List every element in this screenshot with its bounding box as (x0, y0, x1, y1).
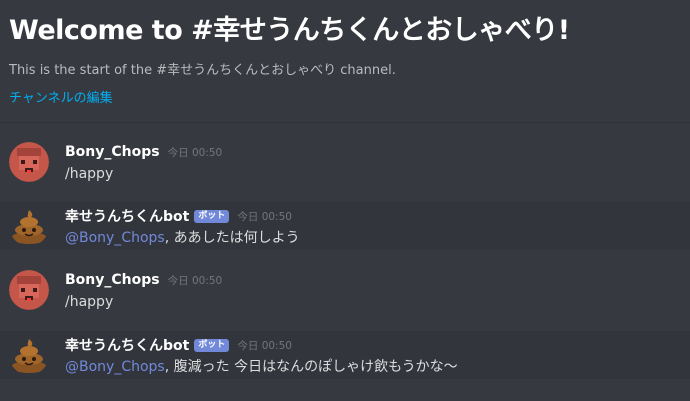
bot-badge: ボット (194, 338, 230, 352)
message-timestamp: 今日 00:50 (237, 339, 292, 352)
pixel-face-icon (9, 142, 49, 182)
message-text: , ああしたは何しよう (164, 230, 300, 246)
user-avatar[interactable] (9, 142, 49, 182)
divider (0, 122, 690, 123)
pixel-face-icon (9, 270, 49, 310)
welcome-title: Welcome to #幸せうんちくんとおしゃべり! (9, 15, 570, 46)
message-timestamp: 今日 00:50 (167, 274, 223, 287)
message-username[interactable]: Bony_Chops (65, 272, 160, 288)
message-username[interactable]: 幸せうんちくんbot (65, 206, 189, 226)
message-timestamp: 今日 00:50 (237, 210, 292, 223)
user-mention[interactable]: @Bony_Chops (65, 230, 165, 246)
welcome-subtitle: This is the start of the #幸せうんちくんとおしゃべり … (9, 63, 396, 78)
user-avatar[interactable] (9, 270, 49, 310)
message-content: @Bony_Chops, 腹減った 今日はなんのぽしゃけ飲もうかな〜 (65, 358, 458, 376)
message-content: /happy (65, 294, 114, 310)
message: 幸せうんちくんbot ボット 今日 00:50 @Bony_Chops, ああし… (0, 202, 690, 250)
message-username[interactable]: Bony_Chops (65, 144, 160, 160)
bot-avatar[interactable] (9, 206, 49, 246)
poop-icon (11, 339, 47, 373)
edit-channel-link[interactable]: チャンネルの編集 (9, 90, 113, 107)
bot-avatar[interactable] (9, 335, 49, 375)
channel-welcome: Welcome to #幸せうんちくんとおしゃべり! This is the s… (9, 12, 684, 107)
message-timestamp: 今日 00:50 (167, 146, 223, 159)
message-text: , 腹減った 今日はなんのぽしゃけ飲もうかな〜 (164, 359, 458, 375)
message: Bony_Chops 今日 00:50 /happy (0, 268, 690, 316)
message-username[interactable]: 幸せうんちくんbot (65, 335, 189, 355)
message-content: /happy (65, 166, 114, 182)
poop-icon (11, 210, 47, 244)
message-content: @Bony_Chops, ああしたは何しよう (65, 229, 300, 247)
message: 幸せうんちくんbot ボット 今日 00:50 @Bony_Chops, 腹減っ… (0, 331, 690, 379)
message: Bony_Chops 今日 00:50 /happy (0, 140, 690, 188)
bot-badge: ボット (194, 209, 230, 223)
user-mention[interactable]: @Bony_Chops (65, 359, 165, 375)
